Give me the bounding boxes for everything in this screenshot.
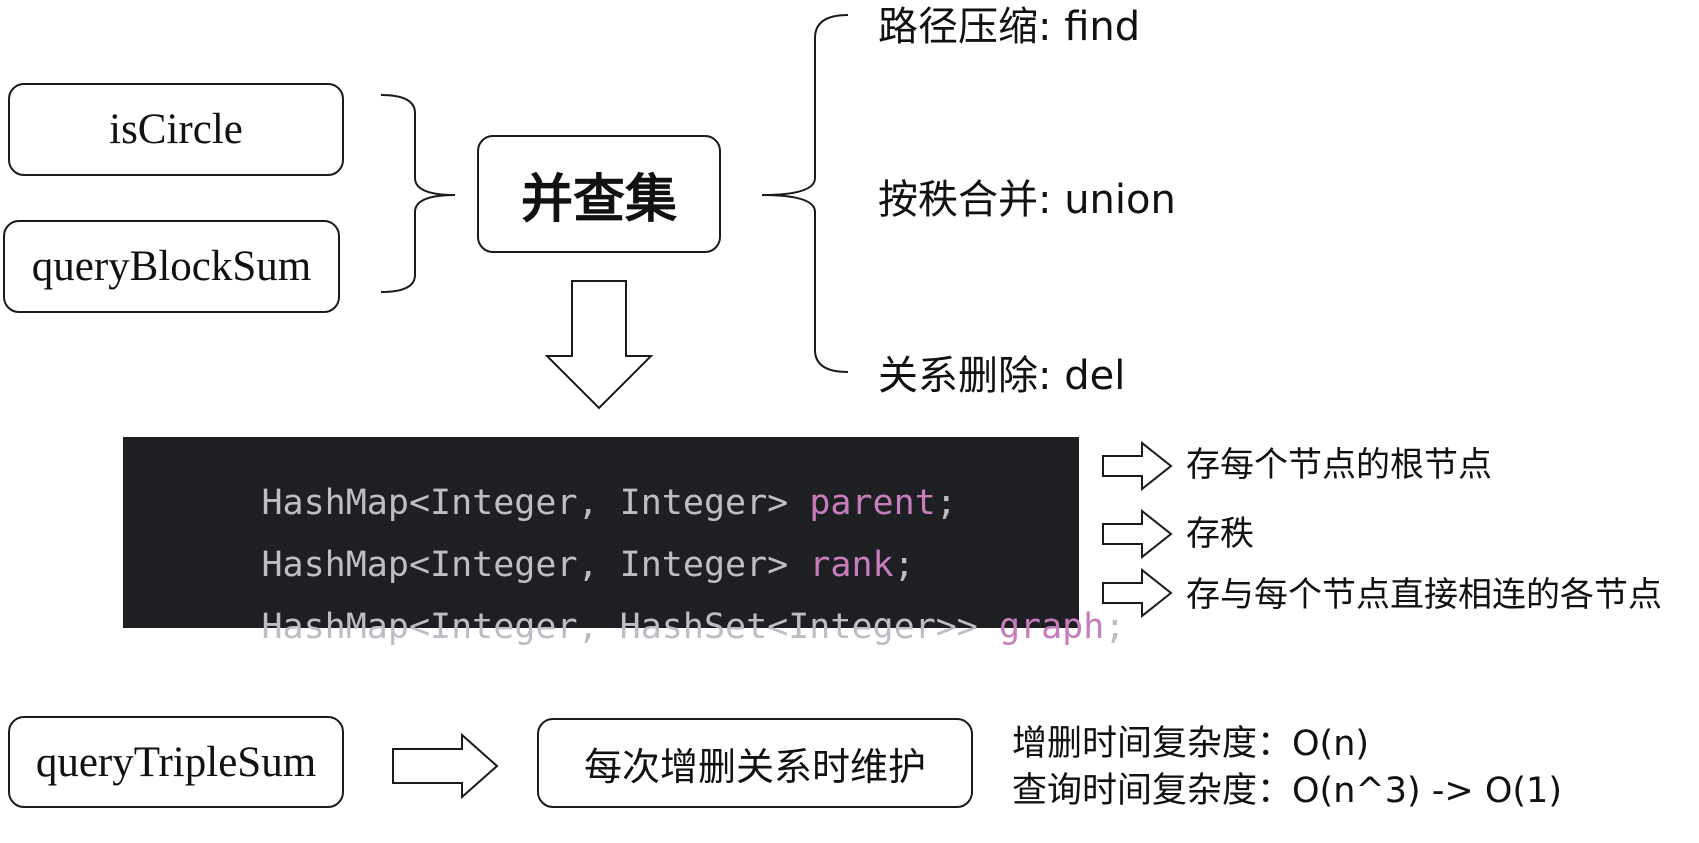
right-arrow-icon — [1102, 508, 1173, 560]
note-rank: 存秩 — [1186, 514, 1254, 554]
code-block: HashMap<Integer, Integer> parent; HashMa… — [123, 437, 1125, 645]
method-label: isCircle — [109, 106, 243, 153]
right-arrow-icon — [392, 732, 499, 800]
code-var-graph: graph — [998, 607, 1105, 647]
note-graph: 存与每个节点直接相连的各节点 — [1186, 575, 1662, 615]
code-semicolon: ; — [1104, 607, 1126, 647]
complexity-query: 查询时间复杂度：O(n^3) -> O(1) — [1012, 771, 1562, 811]
operation-union-label: 按秩合并: union — [878, 177, 1176, 223]
code-semicolon: ; — [935, 483, 957, 523]
code-type: HashMap<Integer, HashSet<Integer>> — [261, 607, 999, 647]
method-box-is-circle: isCircle — [8, 83, 344, 176]
union-find-box: 并查集 — [477, 135, 721, 253]
operation-del-label: 关系删除: del — [878, 353, 1126, 399]
right-arrow-icon — [1102, 440, 1173, 492]
union-find-title: 并查集 — [520, 169, 677, 230]
down-arrow-icon — [544, 280, 654, 410]
maintain-label: 每次增删关系时维护 — [583, 744, 926, 789]
code-line-graph: HashMap<Integer, HashSet<Integer>> graph… — [135, 575, 1125, 680]
operation-find-label: 路径压缩: find — [878, 4, 1141, 50]
complexity-update: 增删时间复杂度：O(n) — [1012, 724, 1370, 764]
left-brace — [380, 94, 456, 293]
method-label: queryBlockSum — [31, 243, 312, 290]
diagram-canvas: isCircle queryBlockSum 并查集 路径压缩: find 按秩… — [0, 0, 1699, 843]
note-parent: 存每个节点的根节点 — [1186, 445, 1492, 485]
right-brace — [761, 14, 849, 373]
method-box-query-triple-sum: queryTripleSum — [8, 716, 344, 808]
method-label: queryTripleSum — [35, 738, 317, 786]
method-box-query-block-sum: queryBlockSum — [3, 220, 340, 313]
maintain-box: 每次增删关系时维护 — [537, 718, 973, 808]
